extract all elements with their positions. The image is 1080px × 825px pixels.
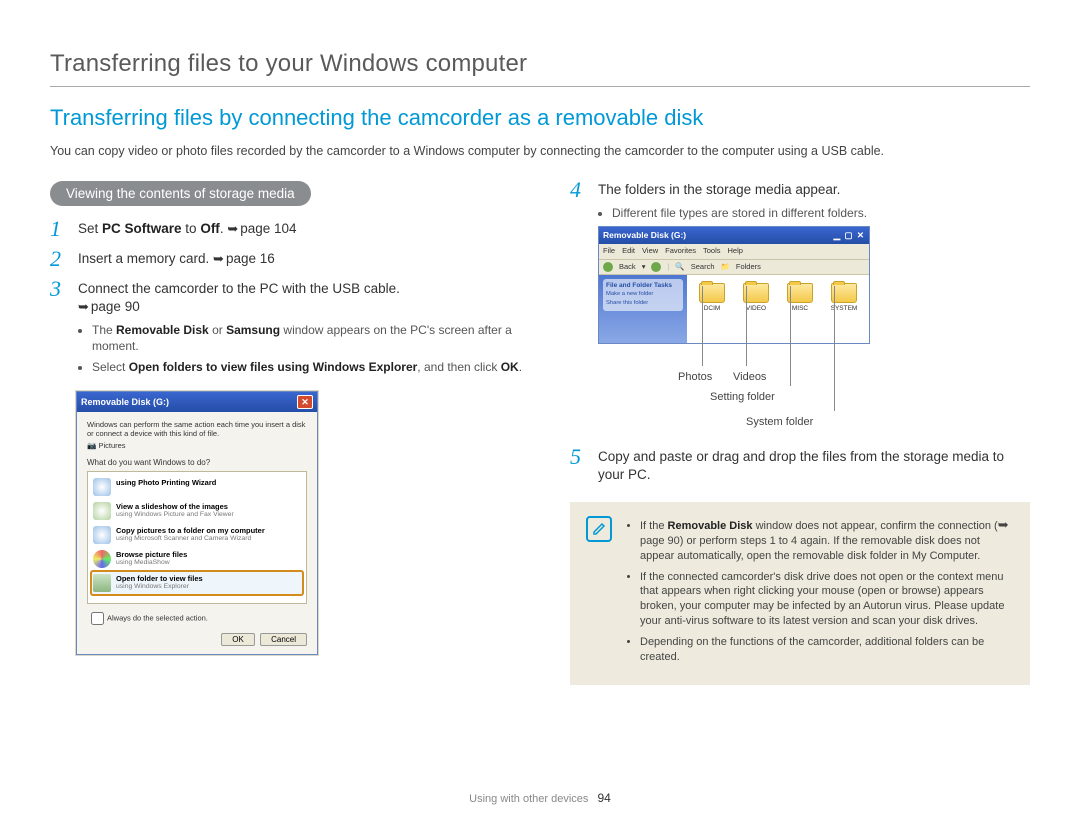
explorer-sidebar: File and Folder Tasks Make a new folder … <box>599 275 687 343</box>
callout-videos: Videos <box>733 370 766 385</box>
step-number: 3 <box>50 278 68 381</box>
step-3-bullet-2: Select Open folders to view files using … <box>92 359 530 375</box>
step-3: 3 Connect the camcorder to the PC with t… <box>50 280 530 381</box>
note-item-1: If the Removable Disk window does not ap… <box>640 516 1014 564</box>
footer-section: Using with other devices <box>469 793 588 805</box>
cancel-button[interactable]: Cancel <box>260 633 307 646</box>
dialog-action-list[interactable]: using Photo Printing Wizard View a slide… <box>87 471 307 604</box>
step-4-bullet: Different file types are stored in diffe… <box>612 205 1030 221</box>
explorer-menubar[interactable]: FileEditViewFavoritesToolsHelp <box>599 244 869 259</box>
arrow-icon: ➥ <box>213 250 224 268</box>
arrow-icon: ➥ <box>227 220 238 238</box>
list-item[interactable]: Browse picture filesusing MediaShow <box>91 547 303 571</box>
removable-disk-dialog: Removable Disk (G:) ✕ Windows can perfor… <box>76 391 318 655</box>
dialog-filetype: Pictures <box>98 441 125 450</box>
explorer-title: Removable Disk (G:) <box>603 230 686 241</box>
note-icon <box>586 516 612 542</box>
step-number: 5 <box>570 446 588 484</box>
step-number: 4 <box>570 179 588 438</box>
subsection-pill: Viewing the contents of storage media <box>50 181 311 206</box>
step-number: 1 <box>50 218 68 240</box>
page-number: 94 <box>597 791 610 805</box>
step-4: 4 The folders in the storage media appea… <box>570 181 1030 438</box>
step-1: 1 Set PC Software to Off. ➥page 104 <box>50 220 530 240</box>
folder-dcim[interactable]: DCIM <box>693 283 731 335</box>
step-number: 2 <box>50 248 68 270</box>
section-heading: Transferring files by connecting the cam… <box>50 105 1030 131</box>
callout-photos: Photos <box>678 370 712 385</box>
note-box: If the Removable Disk window does not ap… <box>570 502 1030 685</box>
dialog-title: Removable Disk (G:) <box>81 397 169 407</box>
arrow-icon: ➥ <box>998 516 1009 534</box>
close-icon[interactable]: ✕ <box>297 395 313 409</box>
page-title: Transferring files to your Windows compu… <box>50 50 1030 78</box>
list-item[interactable]: View a slideshow of the imagesusing Wind… <box>91 499 303 523</box>
callout-system: System folder <box>746 415 813 430</box>
list-item[interactable]: Copy pictures to a folder on my computer… <box>91 523 303 547</box>
folder-video[interactable]: VIDEO <box>737 283 775 335</box>
forward-icon[interactable] <box>651 262 661 272</box>
step-5: 5 Copy and paste or drag and drop the fi… <box>570 448 1030 484</box>
always-label: Always do the selected action. <box>107 613 208 622</box>
callout-diagram: Photos Videos Setting folder System fold… <box>598 348 868 438</box>
note-item-2: If the connected camcorder's disk drive … <box>640 570 1014 629</box>
list-item[interactable]: using Photo Printing Wizard <box>91 475 303 499</box>
divider <box>50 86 1030 87</box>
dialog-hint: Windows can perform the same action each… <box>87 420 307 438</box>
list-item-selected[interactable]: Open folder to view filesusing Windows E… <box>91 571 303 595</box>
explorer-window: Removable Disk (G:) ▁ ▢ ✕ FileEditViewFa… <box>598 226 870 344</box>
arrow-icon: ➥ <box>78 298 89 316</box>
explorer-toolbar[interactable]: Back ▾ | 🔍 Search 📁 Folders <box>599 260 869 275</box>
dialog-question: What do you want Windows to do? <box>87 458 307 467</box>
callout-setting: Setting folder <box>710 390 775 405</box>
always-checkbox[interactable] <box>91 612 104 625</box>
page-footer: Using with other devices 94 <box>0 791 1080 805</box>
step-2: 2 Insert a memory card. ➥page 16 <box>50 250 530 270</box>
intro-text: You can copy video or photo files record… <box>50 143 1030 161</box>
note-item-3: Depending on the functions of the camcor… <box>640 635 1014 665</box>
step-3-bullet-1: The Removable Disk or Samsung window app… <box>92 322 530 354</box>
folder-misc[interactable]: MISC <box>781 283 819 335</box>
ok-button[interactable]: OK <box>221 633 255 646</box>
back-icon[interactable] <box>603 262 613 272</box>
folder-system[interactable]: SYSTEM <box>825 283 863 335</box>
